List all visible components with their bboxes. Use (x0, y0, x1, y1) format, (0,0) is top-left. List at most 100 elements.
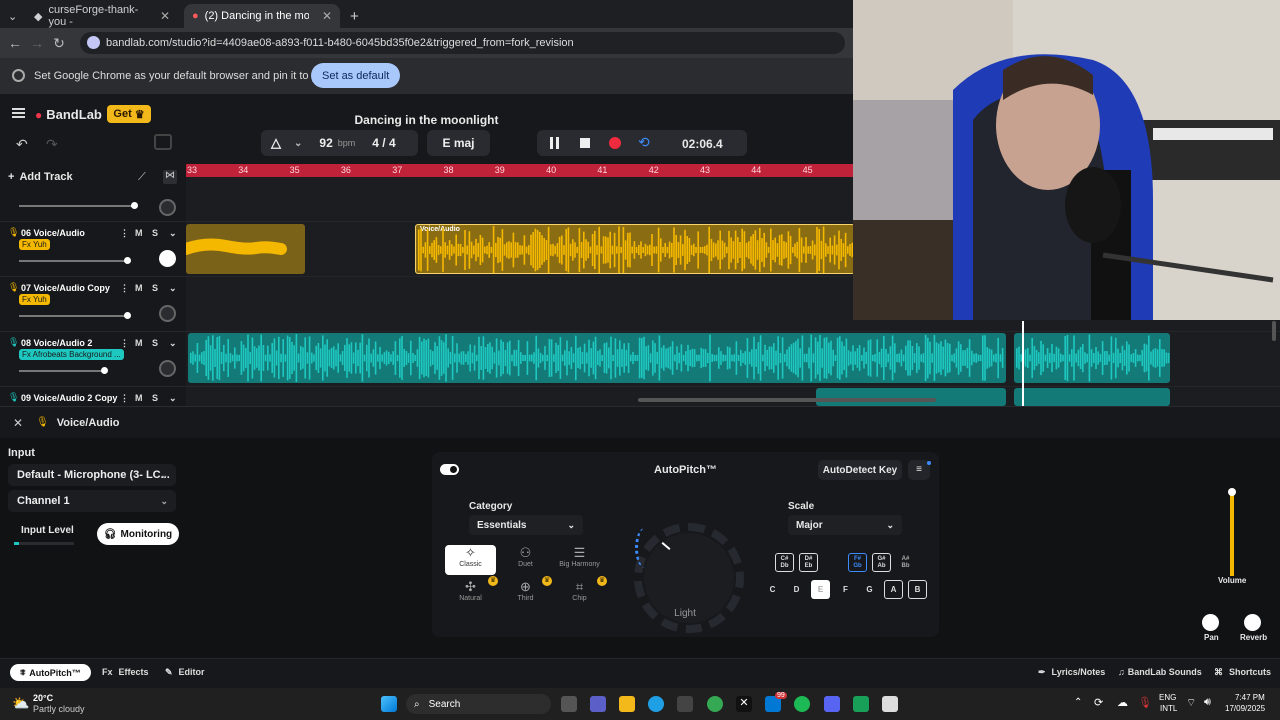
lyrics-notes-button[interactable]: ✒ Lyrics/Notes (1038, 667, 1105, 678)
spotify-icon[interactable] (794, 696, 810, 712)
metronome-icon[interactable]: △ (271, 135, 281, 151)
track-row[interactable]: 🎙 08 Voice/Audio 2 Fx Afrobeats Backgrou… (0, 331, 186, 386)
file-explorer-icon[interactable] (619, 696, 635, 712)
category-select[interactable]: Essentials ⌄ (469, 515, 583, 535)
teams-icon[interactable] (590, 696, 606, 712)
shortcuts-button[interactable]: ⌘ Shortcuts (1214, 667, 1271, 678)
language-variant[interactable]: INTL (1160, 704, 1177, 713)
key-c-sharp[interactable]: C# Db (775, 553, 794, 572)
store-icon[interactable] (677, 696, 693, 712)
volume-fader[interactable] (1228, 488, 1236, 576)
bandlab-sounds-button[interactable]: ♫ BandLab Sounds (1118, 667, 1202, 677)
microphone-icon[interactable]: 🎙 (1138, 696, 1152, 709)
track-lane[interactable] (186, 331, 1280, 386)
chevron-down-icon[interactable]: ⌄ (169, 228, 177, 239)
language-indicator[interactable]: ENG (1159, 693, 1176, 702)
mode-classic[interactable]: ✧ Classic (445, 545, 496, 575)
key-f[interactable]: F (836, 580, 855, 599)
key-a[interactable]: A (884, 580, 903, 599)
volume-slider[interactable] (19, 312, 131, 319)
monitoring-button[interactable]: 🎧︎ Monitoring (97, 523, 179, 545)
app-icon[interactable] (853, 696, 869, 712)
mute-button[interactable]: M (135, 228, 143, 238)
chevron-down-icon[interactable]: ⌄ (169, 393, 177, 404)
audio-clip[interactable] (186, 224, 305, 274)
more-icon[interactable]: ⋮ (120, 228, 129, 239)
key-g[interactable]: G (860, 580, 879, 599)
stop-icon[interactable] (580, 138, 590, 148)
tab-bandlab[interactable]: ● (2) Dancing in the moonligh ✕ (184, 4, 340, 28)
mute-button[interactable]: M (135, 283, 143, 293)
playhead[interactable] (1022, 321, 1024, 406)
panel-toggle-icon[interactable] (154, 134, 172, 150)
project-title[interactable]: Dancing in the moonlight (0, 113, 853, 127)
chevron-down-icon[interactable]: ⌄ (294, 138, 302, 149)
audio-clip[interactable] (816, 388, 1006, 406)
x-app-icon[interactable]: ✕ (736, 696, 752, 712)
tab-list-button[interactable]: ⌄ (0, 4, 22, 28)
forward-icon[interactable]: → (26, 35, 48, 51)
track-row[interactable]: 🎙 06 Voice/Audio Fx Yuh ⋮ M S ⌄ (0, 221, 186, 276)
clock-time[interactable]: 7:47 PM (1235, 693, 1265, 702)
audio-clip[interactable] (188, 333, 1006, 383)
pan-knob[interactable] (159, 305, 176, 322)
autodetect-key-button[interactable]: AutoDetect Key (818, 460, 902, 480)
taskbar-search[interactable]: ⌕ Search (406, 694, 551, 714)
track-name[interactable]: 06 Voice/Audio (21, 228, 85, 238)
fx-badge[interactable]: Fx Yuh (19, 294, 50, 305)
key-f-sharp[interactable]: F# Gb (848, 553, 867, 572)
add-track-button[interactable]: + Add Track (8, 171, 73, 183)
task-view-icon[interactable] (561, 696, 577, 712)
weather-icon[interactable]: ⛅ (12, 695, 29, 712)
record-icon[interactable] (609, 137, 621, 149)
chrome-icon[interactable] (707, 696, 723, 712)
tools-icon[interactable]: ⋈ (163, 170, 177, 184)
redo-icon[interactable]: ↷ (46, 136, 58, 153)
tab-autopitch[interactable]: ⩨ AutoPitch™ (10, 664, 91, 681)
reverb-knob[interactable] (1244, 614, 1261, 631)
key-g-sharp[interactable]: G# Ab (872, 553, 891, 572)
track-row[interactable]: 🎙 09 Voice/Audio 2 Copy ⋮ M S ⌄ (0, 386, 186, 406)
audio-clip[interactable] (1014, 333, 1170, 383)
undo-icon[interactable]: ↶ (16, 136, 28, 153)
time-signature[interactable]: 4 / 4 (372, 136, 395, 150)
mute-button[interactable]: M (135, 393, 143, 403)
network-icon[interactable]: ☁ (1117, 696, 1128, 709)
solo-button[interactable]: S (152, 283, 158, 293)
fx-badge[interactable]: Fx Afrobeats Background ... (19, 349, 124, 360)
track-lane[interactable] (186, 386, 1280, 406)
key-a-sharp[interactable]: A# Bb (896, 553, 915, 572)
key-c[interactable]: C (763, 580, 782, 599)
pause-icon[interactable] (550, 137, 559, 149)
mode-big-harmony[interactable]: ☰ Big Harmony (554, 545, 605, 575)
key-b[interactable]: B (908, 580, 927, 599)
pan-knob[interactable] (159, 199, 176, 216)
tab-effects[interactable]: Fx Effects (102, 667, 149, 677)
site-info-icon[interactable] (87, 36, 100, 49)
chevron-up-icon[interactable]: ⌃ (1074, 697, 1082, 708)
solo-button[interactable]: S (152, 228, 158, 238)
mute-button[interactable]: M (135, 338, 143, 348)
channel-select[interactable]: Channel 1 ⌄ (8, 490, 176, 512)
close-icon[interactable]: ✕ (13, 416, 23, 430)
track-row[interactable]: 🎙 07 Voice/Audio Copy Fx Yuh ⋮ M S ⌄ (0, 276, 186, 331)
vertical-scrollbar[interactable] (1272, 321, 1276, 341)
url-field[interactable]: bandlab.com/studio?id=4409ae08-a893-f011… (80, 32, 845, 54)
audio-clip[interactable]: Voice/Audio (415, 224, 855, 274)
volume-slider[interactable] (19, 367, 108, 374)
automation-icon[interactable]: ⟋ (138, 171, 146, 184)
input-device-select[interactable]: Default - Microphone (3- LC... ⌄ (8, 464, 176, 486)
more-icon[interactable]: ⋮ (120, 393, 129, 404)
app-icon[interactable] (882, 696, 898, 712)
discord-icon[interactable] (824, 696, 840, 712)
solo-button[interactable]: S (152, 338, 158, 348)
loop-icon[interactable]: ⟲ (638, 134, 650, 151)
track-name[interactable]: 09 Voice/Audio 2 Copy (21, 393, 117, 403)
track-name[interactable]: 07 Voice/Audio Copy (21, 283, 110, 293)
chevron-down-icon[interactable]: ⌄ (169, 338, 177, 349)
key-selector[interactable]: E maj (427, 130, 490, 156)
solo-button[interactable]: S (152, 393, 158, 403)
volume-slider[interactable] (19, 202, 138, 209)
pan-knob[interactable] (159, 250, 176, 267)
wifi-icon[interactable]: ⌔ (1186, 696, 1196, 710)
